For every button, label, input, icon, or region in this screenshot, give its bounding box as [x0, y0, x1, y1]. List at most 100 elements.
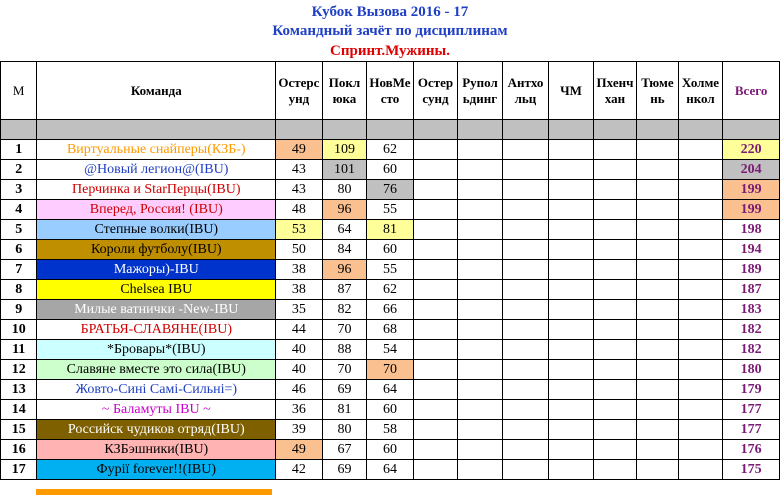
stage-6-score [501, 199, 550, 220]
total-score: 204 [722, 159, 780, 180]
team-name-cell: @Новый легион@(IBU) [36, 159, 277, 180]
stage-4-score [412, 139, 459, 160]
stage-6-score [501, 159, 550, 180]
total-score: 194 [722, 239, 780, 260]
separator-cell [412, 119, 459, 140]
stage-2-score: 70 [321, 319, 368, 340]
stage-10-score [677, 379, 724, 400]
stage-9-score [636, 319, 679, 340]
stage-9-score [636, 299, 679, 320]
header-team: Команда [36, 61, 277, 120]
separator-cell [548, 119, 594, 140]
header-stage-1: Остерсунд [275, 61, 323, 120]
total-score: 199 [722, 199, 780, 220]
stage-2-score: 87 [321, 279, 368, 300]
place-cell: 13 [0, 379, 38, 400]
table-row: 6 Короли футболу(IBU) 50 84 60 194 [0, 239, 780, 260]
stage-8-score [592, 339, 638, 360]
place-cell: 11 [0, 339, 38, 360]
stage-6-score [501, 259, 550, 280]
stage-10-score [677, 459, 724, 480]
stage-3-score: 60 [366, 399, 414, 420]
stage-2-score: 81 [321, 399, 368, 420]
stage-6-score [501, 219, 550, 240]
stage-4-score [412, 319, 459, 340]
stage-9-score [636, 419, 679, 440]
separator-cell [501, 119, 550, 140]
stage-10-score [677, 159, 724, 180]
stage-1-score: 40 [275, 359, 323, 380]
stage-7-score [548, 259, 594, 280]
stage-8-score [592, 439, 638, 460]
total-score: 198 [722, 219, 780, 240]
header-total: Всего [722, 61, 780, 120]
stage-8-score [592, 159, 638, 180]
stage-1-score: 35 [275, 299, 323, 320]
team-name-cell: Жовто-Сині Самі-Сильні=) [36, 379, 277, 400]
stage-5-score [457, 279, 503, 300]
separator-cell [722, 119, 780, 140]
stage-2-score: 69 [321, 379, 368, 400]
team-name-cell: Степные волки(IBU) [36, 219, 277, 240]
place-cell: 9 [0, 299, 38, 320]
stage-3-score: 81 [366, 219, 414, 240]
stage-5-score [457, 179, 503, 200]
page-subtitle: Командный зачёт по дисциплинам [272, 23, 508, 39]
table-row: 16 КЗБэшники(IBU) 49 67 60 176 [0, 439, 780, 460]
stage-2-score: 109 [321, 139, 368, 160]
total-score: 220 [722, 139, 780, 160]
total-score: 177 [722, 419, 780, 440]
stage-5-score [457, 339, 503, 360]
place-cell: 6 [0, 239, 38, 260]
stage-6-score [501, 359, 550, 380]
table-row: 2 @Новый легион@(IBU) 43 101 60 204 [0, 159, 780, 180]
header-stage-4: Остерсунд [412, 61, 459, 120]
total-score: 175 [722, 459, 780, 480]
table-row: 12 Славяне вместе это сила(IBU) 40 70 70 180 [0, 359, 780, 380]
stage-4-score [412, 379, 459, 400]
table-row: 5 Степные волки(IBU) 53 64 81 198 [0, 219, 780, 240]
stage-7-score [548, 379, 594, 400]
stage-10-score [677, 279, 724, 300]
stage-10-score [677, 419, 724, 440]
total-score: 176 [722, 439, 780, 460]
stage-5-score [457, 159, 503, 180]
stage-7-score [548, 359, 594, 380]
stage-3-score: 60 [366, 239, 414, 260]
team-name-cell: Перчинка и StarПерцы(IBU) [36, 179, 277, 200]
stage-1-score: 36 [275, 399, 323, 420]
stage-6-score [501, 239, 550, 260]
stage-9-score [636, 239, 679, 260]
stage-10-score [677, 179, 724, 200]
total-score: 189 [722, 259, 780, 280]
standings-body: 1 Виртуальные снайперы(КЗБ-) 49 109 62 220 2 @Н… [0, 139, 780, 480]
standings-sheet: Кубок Вызова 2016 - 17 Командный зачёт п… [0, 0, 780, 480]
stage-3-score: 60 [366, 159, 414, 180]
stage-5-score [457, 399, 503, 420]
stage-10-score [677, 219, 724, 240]
stage-5-score [457, 439, 503, 460]
stage-1-score: 44 [275, 319, 323, 340]
stage-10-score [677, 319, 724, 340]
stage-4-score [412, 219, 459, 240]
stage-6-score [501, 279, 550, 300]
stage-4-score [412, 199, 459, 220]
stage-5-score [457, 359, 503, 380]
team-name-cell: Милые ватнички -New-IBU [36, 299, 277, 320]
stage-6-score [501, 419, 550, 440]
stage-4-score [412, 279, 459, 300]
page-title: Кубок Вызова 2016 - 17 [311, 4, 469, 20]
stage-5-score [457, 419, 503, 440]
separator-cell [0, 119, 38, 140]
separator-cell [321, 119, 368, 140]
stage-1-score: 46 [275, 379, 323, 400]
stage-5-score [457, 139, 503, 160]
separator-cell [636, 119, 679, 140]
header-stage-6: Антхольц [501, 61, 550, 120]
stage-2-score: 82 [321, 299, 368, 320]
stage-4-score [412, 159, 459, 180]
stage-4-score [412, 259, 459, 280]
total-score: 182 [722, 339, 780, 360]
team-name-cell: КЗБэшники(IBU) [36, 439, 277, 460]
discipline-title: Спринт.Мужины. [330, 43, 450, 59]
